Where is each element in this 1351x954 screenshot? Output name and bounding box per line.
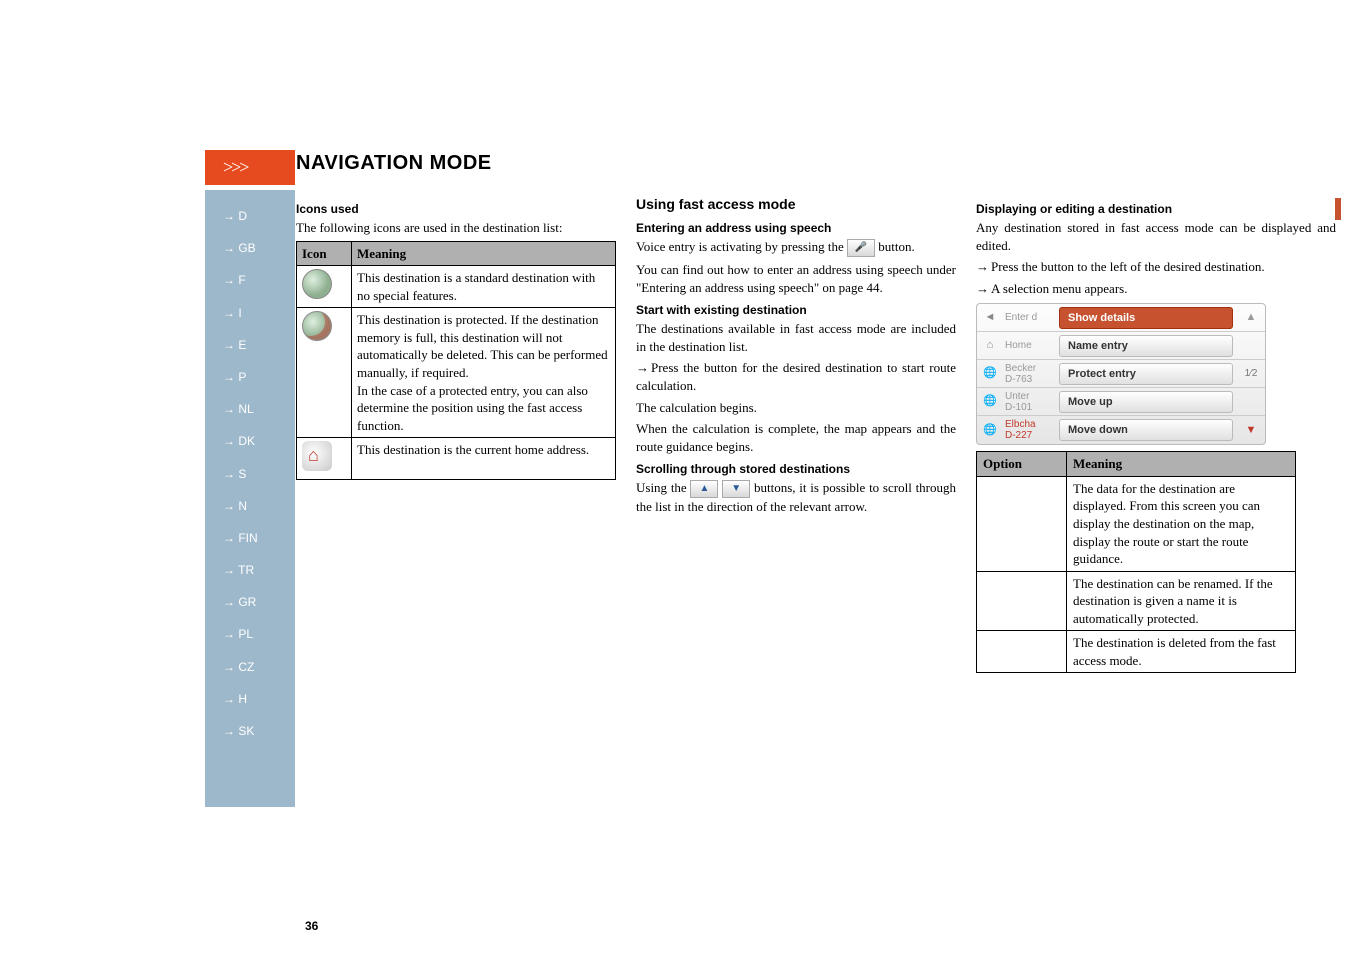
- sidebar-item: → H: [205, 683, 295, 715]
- globe-small-icon: 🌐: [977, 394, 1003, 409]
- voice-entry-button-icon: 🎤: [847, 239, 875, 257]
- menu-item-move-up: Move up: [1059, 391, 1233, 413]
- th-meaning2: Meaning: [1067, 452, 1296, 477]
- menu-item-move-down: Move down: [1059, 419, 1233, 441]
- start-para1: The destinations available in fast acces…: [636, 320, 956, 355]
- th-option: Option: [977, 452, 1067, 477]
- option-meaning-table: Option Meaning The data for the destinat…: [976, 451, 1296, 673]
- menu-row: 🌐 UnterD-101 Move up: [977, 388, 1265, 416]
- intro-text: The following icons are used in the dest…: [296, 219, 616, 237]
- heading-speech: Entering an address using speech: [636, 220, 956, 236]
- menu-item-show-details: Show details: [1059, 307, 1233, 329]
- sidebar-item: → P: [205, 361, 295, 393]
- column-icons-used: Icons used The following icons are used …: [296, 195, 616, 673]
- page-title: NAVIGATION MODE: [296, 150, 492, 177]
- sidebar-item: → DK: [205, 425, 295, 457]
- globe-protected-icon: [302, 311, 332, 341]
- disp-bullet2: A selection menu appears.: [976, 280, 1336, 298]
- menu-item-protect-entry: Protect entry: [1059, 363, 1233, 385]
- th-meaning: Meaning: [352, 241, 616, 266]
- globe-small-icon: 🌐: [977, 366, 1003, 381]
- sidebar-item: → FIN: [205, 522, 295, 554]
- disp-bullet1-text: Press the button to the left of the desi…: [976, 259, 1265, 274]
- house-icon: ⌂: [977, 338, 1003, 353]
- meaning-name-entry: The destination can be renamed. If the d…: [1067, 571, 1296, 631]
- option-cell: [977, 631, 1067, 673]
- menu-item-name-entry: Name entry: [1059, 335, 1233, 357]
- meaning-protected: This destination is protected. If the de…: [352, 308, 616, 438]
- language-sidebar: → D → GB → F → I → E → P → NL → DK → S →…: [205, 190, 295, 807]
- speech-para-text1: Voice entry is activating by pressing th…: [636, 239, 844, 254]
- sidebar-item: → PL: [205, 618, 295, 650]
- heading-display-edit: Displaying or editing a destination: [976, 201, 1336, 217]
- th-icon: Icon: [297, 241, 352, 266]
- sidebar-item: → SK: [205, 715, 295, 747]
- row-label: BeckerD-763: [1003, 363, 1055, 385]
- sidebar-item: → F: [205, 264, 295, 296]
- disp-bullet1: Press the button to the left of the desi…: [976, 258, 1336, 276]
- scrollbar-thumb-icon: [1335, 198, 1341, 220]
- speech-para2: You can find out how to enter an address…: [636, 261, 956, 296]
- meaning-show-details: The data for the destination are display…: [1067, 476, 1296, 571]
- meaning-standard: This destination is a standard destinati…: [352, 266, 616, 308]
- header-arrows: >>>: [205, 150, 295, 185]
- globe-standard-icon: [302, 269, 332, 299]
- scroll-down-icon: ▼: [1237, 423, 1265, 438]
- home-address-icon: [302, 441, 332, 471]
- sidebar-item: → GR: [205, 586, 295, 618]
- globe-small-icon: 🌐: [977, 423, 1003, 438]
- scroll-down-button-icon: ▼: [722, 480, 750, 498]
- scroll-para: Using the ▲ ▼ buttons, it is possible to…: [636, 479, 956, 516]
- meaning-delete: The destination is deleted from the fast…: [1067, 631, 1296, 673]
- column-fast-access: Using fast access mode Entering an addre…: [636, 195, 956, 673]
- column-display-edit: Displaying or editing a destination Any …: [976, 195, 1336, 673]
- menu-row: ◄ Enter d Show details ▲: [977, 304, 1265, 332]
- scroll-text-a: Using the: [636, 480, 687, 495]
- speech-para-text1b: button.: [878, 239, 914, 254]
- sidebar-item: → E: [205, 329, 295, 361]
- meaning-home: This destination is the current home add…: [352, 438, 616, 480]
- heading-start-existing: Start with existing destination: [636, 302, 956, 318]
- option-cell: [977, 571, 1067, 631]
- option-cell: [977, 476, 1067, 571]
- sidebar-item: → D: [205, 200, 295, 232]
- page-fraction: 1⁄2: [1237, 367, 1265, 381]
- sidebar-item: → CZ: [205, 651, 295, 683]
- heading-scrolling: Scrolling through stored destinations: [636, 461, 956, 477]
- row-label: Home: [1003, 340, 1055, 351]
- menu-row: 🌐 ElbchaD-227 Move down ▼: [977, 416, 1265, 444]
- start-bullet: Press the button for the desired destina…: [636, 359, 956, 394]
- sidebar-item: → I: [205, 297, 295, 329]
- start-para2: The calculation begins.: [636, 399, 956, 417]
- scroll-up-button-icon: ▲: [690, 480, 718, 498]
- start-bullet-text: Press the button for the desired destina…: [636, 360, 956, 393]
- disp-bullet2-text: A selection menu appears.: [976, 281, 1127, 296]
- back-icon: ◄: [977, 310, 1003, 325]
- row-label: UnterD-101: [1003, 391, 1055, 413]
- sidebar-item: → TR: [205, 554, 295, 586]
- icon-meaning-table: Icon Meaning This destination is a stand…: [296, 241, 616, 480]
- page-number: 36: [305, 918, 318, 934]
- menu-row: ⌂ Home Name entry: [977, 332, 1265, 360]
- heading-icons-used: Icons used: [296, 201, 616, 217]
- sidebar-item: → N: [205, 490, 295, 522]
- sidebar-item: → S: [205, 458, 295, 490]
- selection-menu-screenshot: ◄ Enter d Show details ▲ ⌂ Home Name ent…: [976, 303, 1266, 445]
- sidebar-item: → NL: [205, 393, 295, 425]
- disp-para1: Any destination stored in fast access mo…: [976, 219, 1336, 254]
- scroll-up-icon: ▲: [1237, 310, 1265, 325]
- heading-fast-access: Using fast access mode: [636, 195, 956, 214]
- speech-para: Voice entry is activating by pressing th…: [636, 238, 956, 257]
- start-para3: When the calculation is complete, the ma…: [636, 420, 956, 455]
- row-label: ElbchaD-227: [1003, 419, 1055, 441]
- menu-row: 🌐 BeckerD-763 Protect entry 1⁄2: [977, 360, 1265, 388]
- row-label: Enter d: [1003, 312, 1055, 323]
- sidebar-item: → GB: [205, 232, 295, 264]
